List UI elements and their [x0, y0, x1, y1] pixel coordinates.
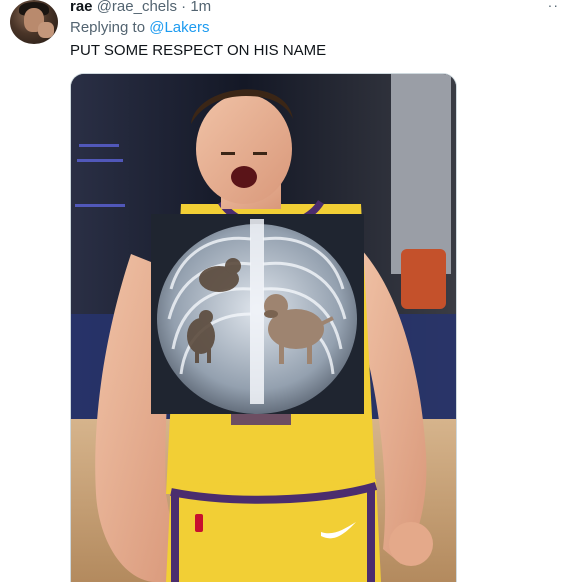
- author-name[interactable]: rae: [70, 0, 93, 15]
- tweet-timestamp[interactable]: 1m: [190, 0, 211, 15]
- reply-prefix: Replying to: [70, 19, 146, 36]
- tweet-media-image[interactable]: [70, 73, 457, 582]
- author-handle[interactable]: @rae_chels: [97, 0, 177, 15]
- player-mouth: [231, 166, 257, 188]
- reply-mention-link[interactable]: @Lakers: [149, 19, 209, 36]
- bystander-legs: [391, 74, 451, 274]
- author-avatar[interactable]: [10, 0, 58, 44]
- separator-dot: ·: [181, 0, 187, 15]
- tweet-header: rae @rae_chels · 1m: [70, 0, 211, 16]
- player-fist: [389, 522, 433, 566]
- media-illustration: [71, 74, 456, 582]
- more-options-icon[interactable]: ··: [548, 0, 559, 12]
- nba-logo: [195, 514, 203, 532]
- avatar-hand: [38, 22, 54, 38]
- chest-xray-overlay: [151, 214, 364, 414]
- tweet-text: PUT SOME RESPECT ON HIS NAME: [70, 42, 327, 59]
- reply-context: Replying to @Lakers: [70, 19, 209, 37]
- bystander-shoe: [401, 249, 446, 309]
